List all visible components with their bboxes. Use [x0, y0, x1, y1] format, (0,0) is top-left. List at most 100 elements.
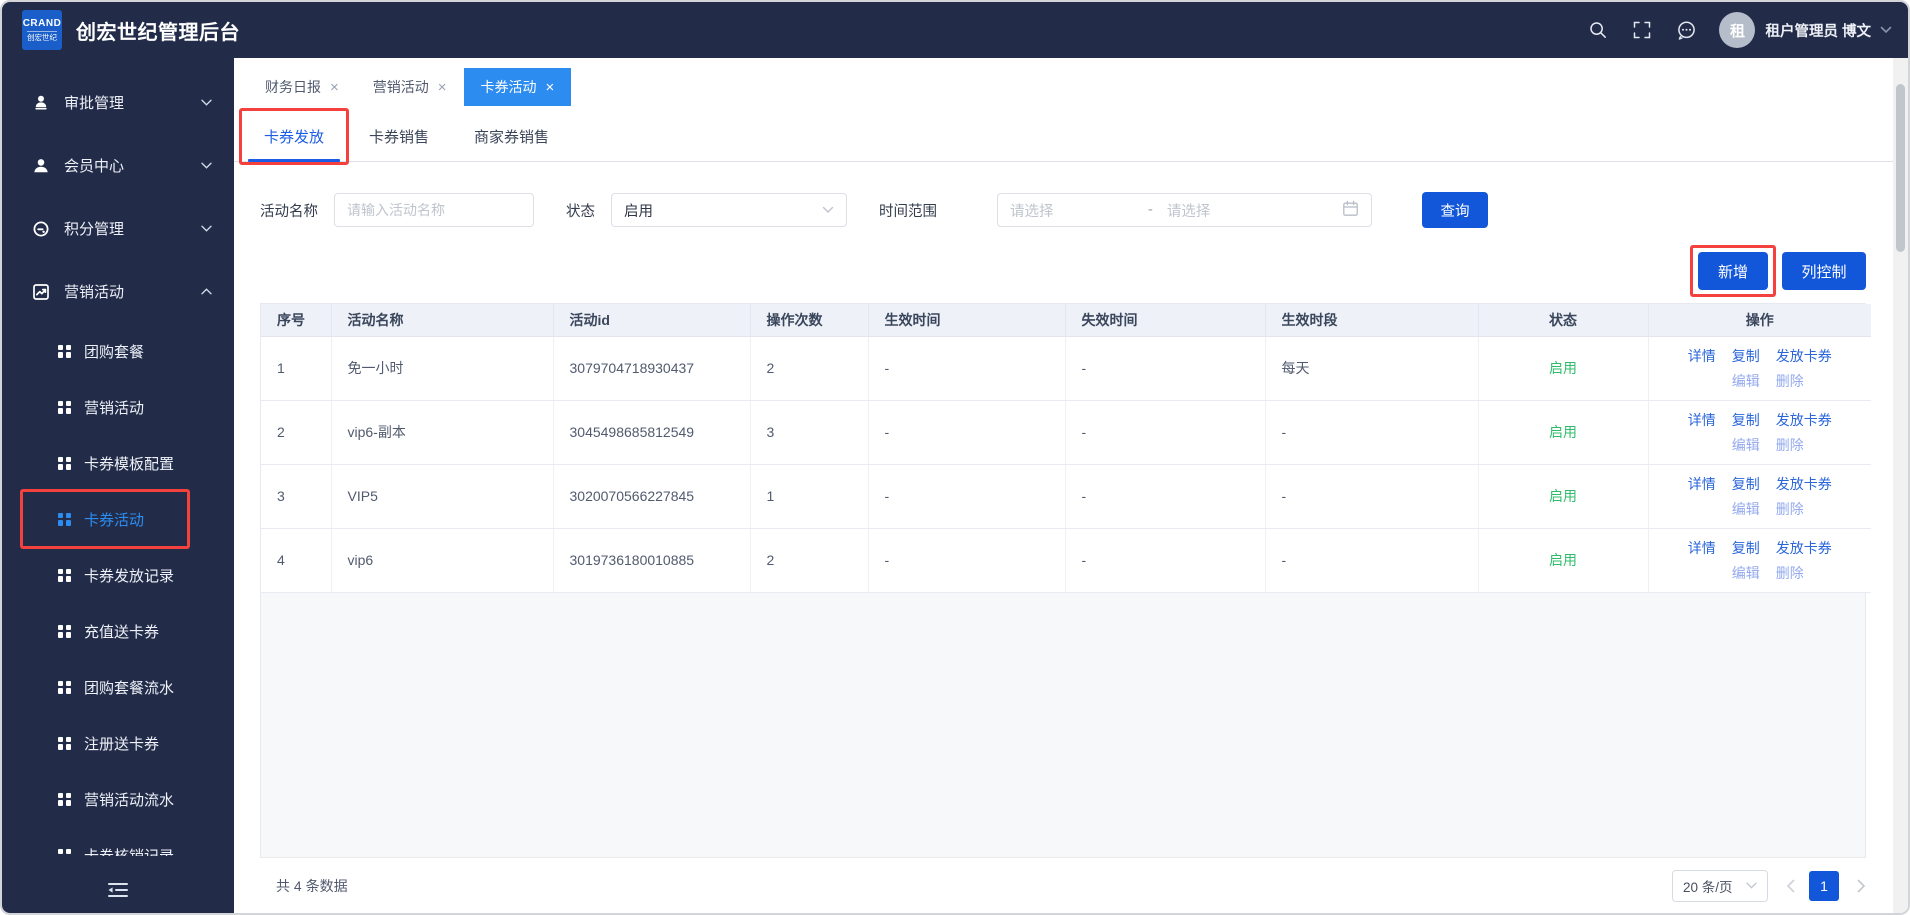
- delete-link[interactable]: 删除: [1776, 563, 1804, 583]
- sidebar-collapse-button[interactable]: [2, 877, 234, 903]
- add-button[interactable]: 新增: [1690, 245, 1776, 297]
- cell-activity-id: 3019736180010885: [553, 528, 751, 593]
- status-badge: 启用: [1549, 360, 1577, 376]
- sidebar-item-points[interactable]: 积分管理: [2, 197, 234, 260]
- tab-marketing-activity[interactable]: 营销活动 ×: [356, 68, 464, 106]
- chevron-down-icon: [201, 162, 212, 169]
- calendar-icon: [1342, 200, 1359, 221]
- main-content: 财务日报 × 营销活动 × 卡券活动 × 卡券发放 卡券销售 商家券销售 活动名…: [234, 58, 1893, 913]
- edit-link[interactable]: 编辑: [1732, 499, 1760, 519]
- subtab-bar: 卡券发放 卡券销售 商家券销售: [234, 108, 1893, 165]
- detail-link[interactable]: 详情: [1688, 410, 1716, 430]
- sidebar-item-label: 营销活动: [64, 284, 125, 301]
- next-page-icon[interactable]: [1857, 879, 1866, 893]
- copy-link[interactable]: 复制: [1732, 474, 1760, 494]
- date-end-placeholder[interactable]: 请选择: [1167, 200, 1342, 221]
- sidebar-item-member-center[interactable]: 会员中心: [2, 134, 234, 197]
- chevron-down-icon: [822, 206, 834, 214]
- sidebar-subitem-recharge-card[interactable]: 充值送卡券: [2, 603, 234, 659]
- tab-finance-daily[interactable]: 财务日报 ×: [248, 68, 356, 106]
- row-actions: 详情 复制 发放卡券 编辑 删除: [1688, 410, 1832, 455]
- page-size-select[interactable]: 20 条/页: [1672, 869, 1768, 902]
- close-icon[interactable]: ×: [330, 80, 339, 95]
- approval-person-icon: [32, 94, 50, 112]
- issue-card-link[interactable]: 发放卡券: [1776, 410, 1832, 430]
- col-actions: 操作: [1648, 304, 1871, 337]
- activity-name-label: 活动名称: [260, 203, 318, 220]
- column-control-button[interactable]: 列控制: [1782, 252, 1866, 290]
- prev-page-icon[interactable]: [1786, 879, 1795, 893]
- delete-link[interactable]: 删除: [1776, 435, 1804, 455]
- scrollbar-track[interactable]: [1893, 58, 1908, 913]
- cell-op-count: 2: [750, 528, 869, 593]
- status-select[interactable]: 启用: [611, 193, 847, 227]
- issue-card-link[interactable]: 发放卡券: [1776, 538, 1832, 558]
- subtab-card-issue[interactable]: 卡券发放: [239, 108, 350, 165]
- edit-link[interactable]: 编辑: [1732, 563, 1760, 583]
- sidebar-subitem-group-package-flow[interactable]: 团购套餐流水: [2, 659, 234, 715]
- sidebar-item-marketing[interactable]: 营销活动: [2, 260, 234, 323]
- cell-index: 3: [261, 464, 332, 529]
- grid-icon: [58, 848, 71, 857]
- activity-table: 序号 活动名称 活动id 操作次数 生效时间 失效时间 生效时段 状态 操作 1…: [261, 304, 1871, 593]
- date-start-placeholder[interactable]: 请选择: [1010, 200, 1148, 221]
- copy-link[interactable]: 复制: [1732, 346, 1760, 366]
- issue-card-link[interactable]: 发放卡券: [1776, 474, 1832, 494]
- sidebar-item-label: 积分管理: [64, 221, 125, 238]
- status-select-value: 启用: [624, 203, 653, 220]
- chevron-down-icon: [1746, 882, 1757, 889]
- issue-card-link[interactable]: 发放卡券: [1776, 346, 1832, 366]
- cell-effective-period: 每天: [1265, 336, 1479, 401]
- copy-link[interactable]: 复制: [1732, 538, 1760, 558]
- tab-card-activity[interactable]: 卡券活动 ×: [463, 68, 572, 106]
- page-number-button[interactable]: 1: [1809, 870, 1839, 901]
- sidebar-subitem-card-template[interactable]: 卡券模板配置: [2, 435, 234, 491]
- sidebar-subitem-card-issue-record[interactable]: 卡券发放记录: [2, 547, 234, 603]
- search-button[interactable]: 查询: [1422, 192, 1488, 228]
- row-actions: 详情 复制 发放卡券 编辑 删除: [1688, 346, 1832, 391]
- chevron-down-icon[interactable]: [1880, 26, 1892, 34]
- sidebar-subitem-register-card[interactable]: 注册送卡券: [2, 715, 234, 771]
- cell-op-count: 1: [750, 464, 869, 529]
- sidebar-item-approval[interactable]: 审批管理: [2, 71, 234, 134]
- sidebar-subitem-group-package[interactable]: 团购套餐: [2, 323, 234, 379]
- grid-icon: [58, 512, 71, 526]
- detail-link[interactable]: 详情: [1688, 538, 1716, 558]
- close-icon[interactable]: ×: [546, 80, 555, 95]
- sidebar-subitem-marketing-activity[interactable]: 营销活动: [2, 379, 234, 435]
- col-op-count: 操作次数: [750, 304, 869, 337]
- total-count-text: 共 4 条数据: [276, 877, 348, 894]
- sidebar-subitem-marketing-flow[interactable]: 营销活动流水: [2, 771, 234, 827]
- detail-link[interactable]: 详情: [1688, 346, 1716, 366]
- user-name[interactable]: 租户管理员 博文: [1765, 20, 1871, 41]
- activity-name-input[interactable]: [334, 193, 534, 227]
- sidebar-subitem-card-verify-record[interactable]: 卡券核销记录: [2, 827, 234, 856]
- sidebar-subitem-card-activity[interactable]: 卡券活动: [2, 489, 234, 549]
- message-icon[interactable]: [1675, 19, 1697, 41]
- date-range-picker[interactable]: 请选择 - 请选择: [997, 193, 1372, 227]
- edit-link[interactable]: 编辑: [1732, 435, 1760, 455]
- sidebar-subitem-label: 团购套餐流水: [84, 679, 175, 697]
- cell-effective-period: -: [1265, 528, 1479, 593]
- scrollbar-thumb[interactable]: [1896, 84, 1905, 252]
- delete-link[interactable]: 删除: [1776, 371, 1804, 391]
- cell-expire-time: -: [1065, 336, 1266, 401]
- cell-status: 启用: [1478, 336, 1649, 401]
- points-circle-icon: [32, 220, 50, 238]
- subtab-card-sale[interactable]: 卡券销售: [353, 112, 445, 161]
- status-label: 状态: [566, 203, 595, 220]
- cell-index: 4: [261, 528, 332, 593]
- delete-link[interactable]: 删除: [1776, 499, 1804, 519]
- date-separator: -: [1148, 202, 1153, 218]
- fullscreen-icon[interactable]: [1631, 19, 1653, 41]
- app-window: CRAND 创宏世纪 创宏世纪管理后台 租 租户管理员 博文 审批管理 会员中心…: [0, 0, 1910, 915]
- cell-expire-time: -: [1065, 464, 1266, 529]
- copy-link[interactable]: 复制: [1732, 410, 1760, 430]
- search-icon[interactable]: [1587, 19, 1609, 41]
- subtab-merchant-coupon-sale[interactable]: 商家券销售: [458, 112, 565, 161]
- avatar[interactable]: 租: [1719, 12, 1756, 48]
- close-icon[interactable]: ×: [438, 80, 447, 95]
- detail-link[interactable]: 详情: [1688, 474, 1716, 494]
- edit-link[interactable]: 编辑: [1732, 371, 1760, 391]
- cell-actions: 详情 复制 发放卡券 编辑 删除: [1648, 464, 1871, 529]
